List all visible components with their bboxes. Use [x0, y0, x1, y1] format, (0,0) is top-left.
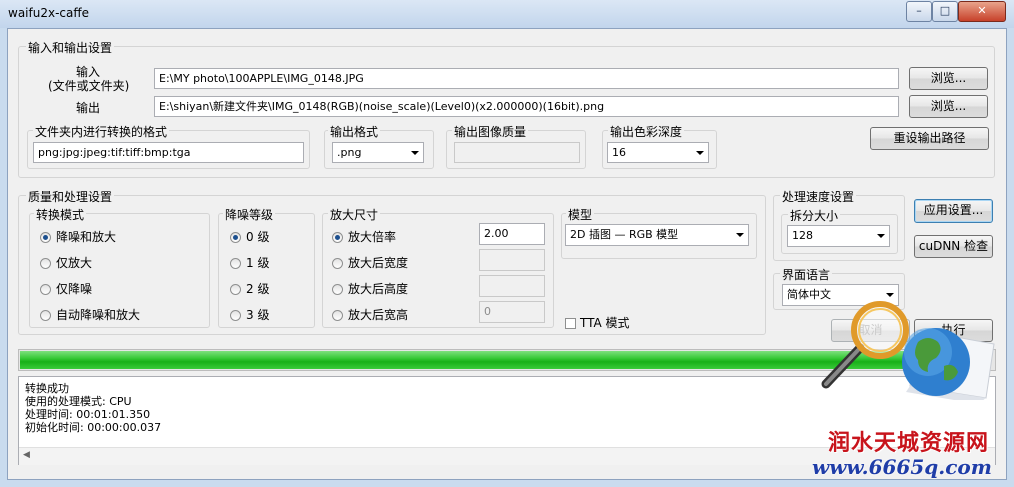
depth-label: 输出色彩深度 [608, 123, 685, 140]
scale-radio-1[interactable]: 放大后宽度 [332, 254, 408, 271]
noise-label: 降噪等级 [223, 206, 276, 223]
cudnn-check-button[interactable]: cuDNN 检查 [914, 235, 993, 258]
reset-output-path-button[interactable]: 重设输出路径 [870, 127, 989, 150]
chevron-down-icon [736, 233, 744, 237]
chevron-down-icon [411, 151, 419, 155]
log-line: 处理时间: 00:01:01.350 [25, 408, 151, 421]
quality-label: 输出图像质量 [452, 123, 529, 140]
minimize-button[interactable]: – [906, 1, 932, 22]
scale-wh-field[interactable]: 0 [479, 301, 545, 323]
radio-unselected [230, 258, 241, 269]
mode-option-label: 仅降噪 [56, 282, 93, 296]
radio-unselected [332, 310, 343, 321]
scale-option-label: 放大倍率 [348, 230, 397, 244]
title-bar [0, 0, 1014, 28]
noise-option-label: 2 级 [246, 282, 270, 296]
mode-radio-1[interactable]: 仅放大 [40, 254, 92, 271]
quality-processing-label: 质量和处理设置 [26, 188, 115, 205]
noise-option-label: 0 级 [246, 230, 270, 244]
output-label: 输出 [76, 101, 101, 115]
radio-unselected [40, 310, 51, 321]
window-title: waifu2x-caffe [8, 6, 89, 20]
checkbox-unchecked [565, 318, 576, 329]
format-label: 输出格式 [328, 123, 381, 140]
scale-ratio-field[interactable]: 2.00 [479, 223, 545, 245]
watermark-text: 润水天城资源网 [828, 430, 990, 456]
output-path-field[interactable]: E:\shiyan\新建文件夹\IMG_0148(RGB)(noise_scal… [154, 96, 899, 117]
radio-unselected [230, 310, 241, 321]
noise-radio-2[interactable]: 2 级 [230, 280, 269, 297]
radio-unselected [40, 258, 51, 269]
chevron-down-icon [877, 234, 885, 238]
color-depth-value: 16 [612, 146, 626, 159]
noise-option-label: 1 级 [246, 256, 270, 270]
close-button[interactable]: ✕ [958, 1, 1006, 22]
input-sublabel: (文件或文件夹) [48, 79, 130, 93]
mode-radio-0[interactable]: 降噪和放大 [40, 228, 116, 245]
chevron-down-icon [696, 151, 704, 155]
noise-radio-1[interactable]: 1 级 [230, 254, 269, 271]
noise-radio-0[interactable]: 0 级 [230, 228, 269, 245]
apply-settings-button[interactable]: 应用设置... [914, 199, 993, 223]
mode-option-label: 自动降噪和放大 [56, 308, 141, 322]
output-quality-field[interactable] [454, 142, 580, 163]
scale-width-field[interactable] [479, 249, 545, 271]
scale-label: 放大尺寸 [328, 206, 381, 223]
noise-option-label: 3 级 [246, 308, 270, 322]
tta-label: TTA 模式 [580, 316, 630, 330]
scroll-left-icon[interactable]: ◀ [23, 450, 30, 460]
language-group-label: 界面语言 [780, 266, 833, 283]
mode-radio-3[interactable]: 自动降噪和放大 [40, 306, 140, 323]
color-depth-select[interactable]: 16 [607, 142, 709, 163]
mode-option-label: 降噪和放大 [56, 230, 117, 244]
radio-unselected [332, 284, 343, 295]
mode-option-label: 仅放大 [56, 256, 93, 270]
output-format-value: .png [337, 146, 362, 159]
input-path-field[interactable]: E:\MY photo\100APPLE\IMG_0148.JPG [154, 68, 899, 89]
output-format-select[interactable]: .png [332, 142, 424, 163]
scale-radio-2[interactable]: 放大后高度 [332, 280, 408, 297]
watermark-url: www.6665q.com [812, 455, 992, 479]
speed-group-label: 处理速度设置 [780, 188, 857, 205]
radio-unselected [40, 284, 51, 295]
radio-selected [40, 232, 51, 243]
model-value: 2D 插图 — RGB 模型 [570, 228, 679, 241]
browse-output-button[interactable]: 浏览... [909, 95, 988, 118]
radio-selected [332, 232, 343, 243]
scale-radio-0[interactable]: 放大倍率 [332, 228, 396, 245]
radio-unselected [230, 284, 241, 295]
noise-radio-3[interactable]: 3 级 [230, 306, 269, 323]
mode-label: 转换模式 [34, 206, 87, 223]
scale-option-label: 放大后宽高 [348, 308, 409, 322]
radio-selected [230, 232, 241, 243]
io-group-label: 输入和输出设置 [26, 39, 115, 56]
scale-radio-3[interactable]: 放大后宽高 [332, 306, 408, 323]
ext-label: 文件夹内进行转换的格式 [33, 123, 170, 140]
radio-unselected [332, 258, 343, 269]
split-size-select[interactable]: 128 [787, 225, 890, 247]
mode-radio-2[interactable]: 仅降噪 [40, 280, 92, 297]
scale-option-label: 放大后宽度 [348, 256, 409, 270]
scale-option-label: 放大后高度 [348, 282, 409, 296]
model-label: 模型 [566, 206, 595, 223]
split-size-value: 128 [792, 229, 813, 242]
split-label: 拆分大小 [788, 207, 841, 224]
chevron-down-icon [886, 293, 894, 297]
ext-field[interactable]: png:jpg:jpeg:tif:tiff:bmp:tga [33, 142, 304, 163]
tta-checkbox[interactable]: TTA 模式 [565, 314, 630, 331]
magnifier-globe-icon [821, 301, 995, 400]
scale-height-field[interactable] [479, 275, 545, 297]
maximize-button[interactable]: □ [932, 1, 958, 22]
browse-input-button[interactable]: 浏览... [909, 67, 988, 90]
model-select[interactable]: 2D 插图 — RGB 模型 [565, 224, 749, 246]
